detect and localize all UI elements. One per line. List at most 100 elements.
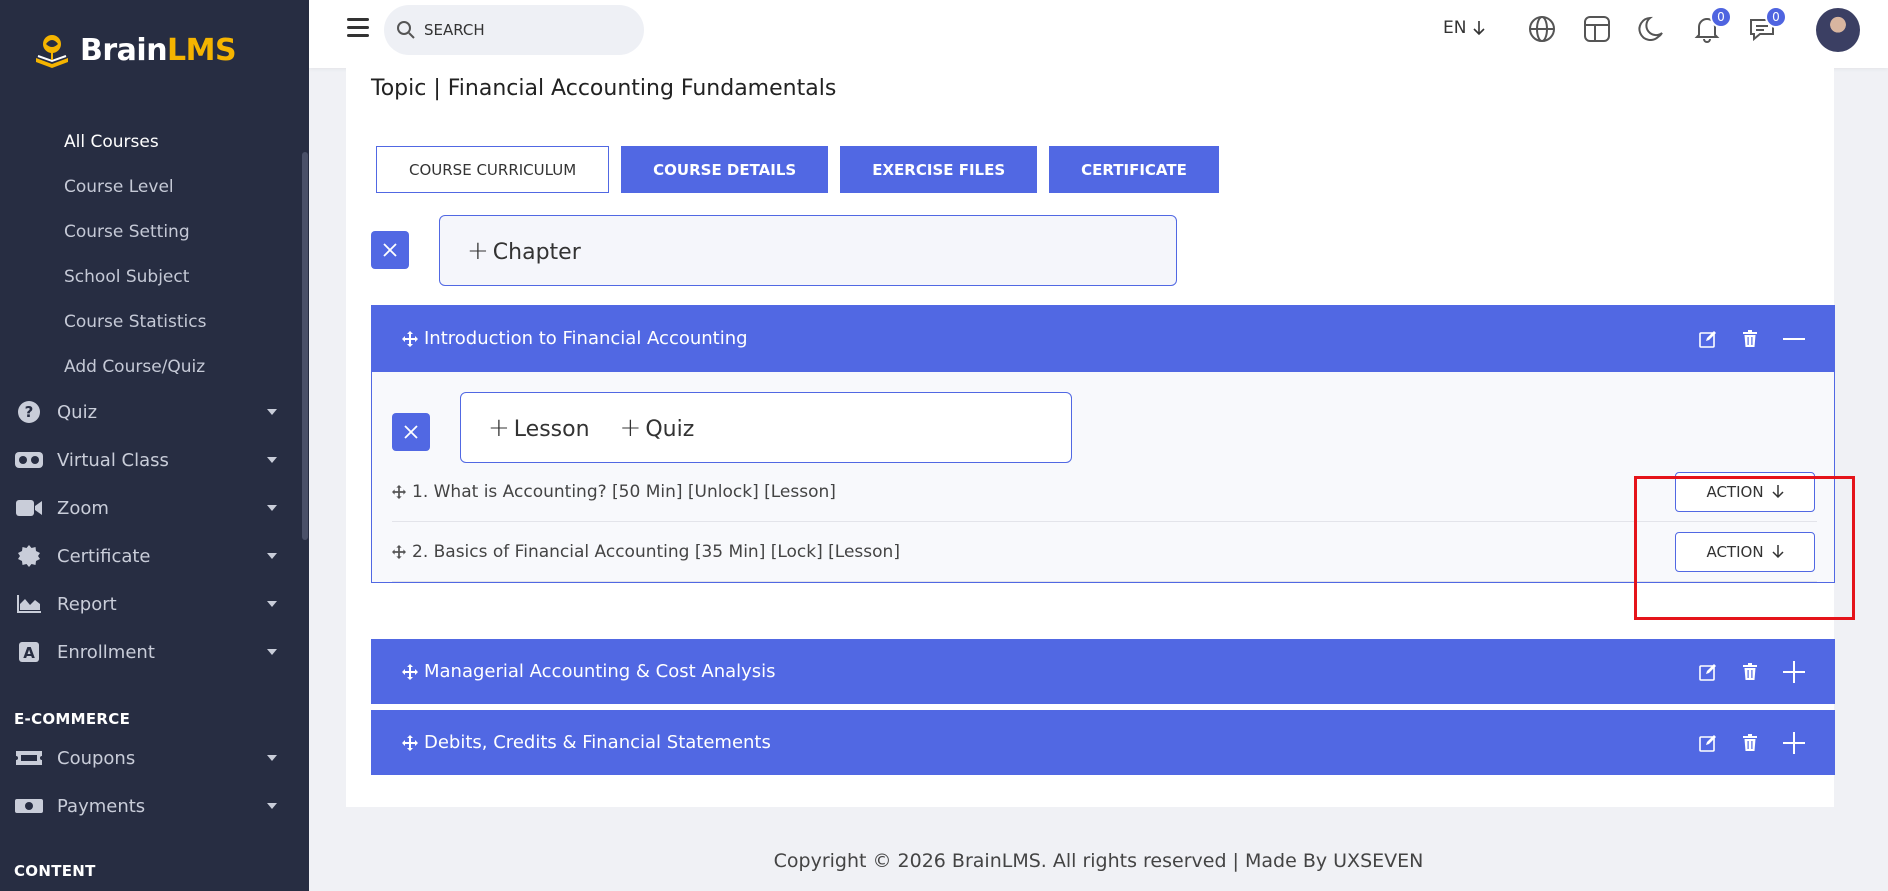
- vr-headset-icon: [14, 449, 44, 471]
- edit-icon[interactable]: [1699, 330, 1717, 348]
- expand-plus-icon[interactable]: [1783, 660, 1805, 683]
- sidebar-item-all-courses[interactable]: All Courses: [0, 120, 309, 165]
- caret-down-icon: [267, 803, 277, 809]
- arrow-down-icon: [1473, 21, 1486, 36]
- globe-icon[interactable]: [1527, 14, 1557, 44]
- search-box[interactable]: [384, 5, 644, 55]
- lesson-row: 1. What is Accounting? [50 Min] [Unlock]…: [392, 462, 1817, 522]
- move-icon[interactable]: [392, 544, 406, 559]
- trash-icon[interactable]: [1743, 734, 1757, 751]
- caret-down-icon: [267, 649, 277, 655]
- chapter-title: Introduction to Financial Accounting: [424, 328, 748, 349]
- lesson-title: 1. What is Accounting? [50 Min] [Unlock]…: [412, 481, 836, 502]
- tab-course-curriculum[interactable]: COURSE CURRICULUM: [376, 146, 610, 193]
- close-lesson-add-button[interactable]: [392, 413, 430, 451]
- plus-icon: +: [488, 412, 510, 443]
- search-icon: [397, 21, 415, 39]
- footer-copyright: Copyright © 2026 BrainLMS. All rights re…: [773, 850, 1424, 872]
- add-quiz-button[interactable]: + Quiz: [620, 413, 695, 443]
- caret-down-icon: [267, 457, 277, 463]
- sidebar-item-label: Enrollment: [57, 641, 155, 663]
- logo-text: BrainLMS: [80, 32, 237, 68]
- tab-certificate[interactable]: CERTIFICATE: [1049, 146, 1219, 193]
- edit-icon[interactable]: [1699, 734, 1717, 752]
- chapter-header[interactable]: Debits, Credits & Financial Statements: [371, 710, 1835, 775]
- chapter-title: Debits, Credits & Financial Statements: [424, 732, 771, 753]
- svg-text:A: A: [23, 644, 35, 662]
- add-lesson-button[interactable]: + Lesson: [488, 413, 590, 443]
- sidebar-item-label: Certificate: [57, 545, 151, 567]
- sidebar-item-course-statistics[interactable]: Course Statistics: [0, 300, 309, 345]
- layout-icon[interactable]: [1582, 14, 1612, 44]
- sidebar: BrainLMS All Courses Course Level Course…: [0, 0, 309, 891]
- chapter-title: Managerial Accounting & Cost Analysis: [424, 661, 776, 682]
- search-input[interactable]: [424, 21, 624, 39]
- caret-down-icon: [267, 553, 277, 559]
- sidebar-item-school-subject[interactable]: School Subject: [0, 255, 309, 300]
- move-icon[interactable]: [402, 734, 418, 751]
- add-chapter-button[interactable]: + Chapter: [467, 236, 581, 266]
- trash-icon[interactable]: [1743, 330, 1757, 347]
- sidebar-item-label: Zoom: [57, 497, 109, 519]
- caret-down-icon: [267, 409, 277, 415]
- tab-exercise-files[interactable]: EXERCISE FILES: [840, 146, 1038, 193]
- sidebar-item-enrollment[interactable]: A Enrollment: [0, 628, 309, 676]
- course-tabs: COURSE CURRICULUM COURSE DETAILS EXERCIS…: [376, 146, 1219, 193]
- move-icon[interactable]: [402, 330, 418, 347]
- svg-text:?: ?: [25, 403, 34, 421]
- notification-count-badge: 0: [1710, 6, 1732, 28]
- messages-icon[interactable]: 0: [1747, 6, 1787, 44]
- ticket-icon: [14, 747, 44, 769]
- move-icon[interactable]: [402, 663, 418, 680]
- sidebar-item-label: Quiz: [57, 401, 98, 423]
- expand-plus-icon[interactable]: [1783, 731, 1805, 754]
- move-icon[interactable]: [392, 484, 406, 499]
- chapter-body: + Lesson + Quiz 1. What is Accounting? [50…: [371, 372, 1835, 583]
- sidebar-item-label: Virtual Class: [57, 449, 169, 471]
- lesson-row: 2. Basics of Financial Accounting [35 Mi…: [392, 522, 1817, 582]
- add-lesson-quiz-box: + Lesson + Quiz: [460, 392, 1072, 463]
- chapter-header[interactable]: Managerial Accounting & Cost Analysis: [371, 639, 1835, 704]
- plus-icon: +: [467, 235, 489, 266]
- lesson-title: 2. Basics of Financial Accounting [35 Mi…: [412, 541, 900, 562]
- video-camera-icon: [14, 497, 44, 519]
- section-title-content: CONTENT: [14, 862, 96, 880]
- notification-bell-icon[interactable]: 0: [1692, 6, 1732, 44]
- area-chart-icon: [14, 593, 44, 615]
- user-avatar[interactable]: [1816, 8, 1860, 52]
- sidebar-item-quiz[interactable]: ? Quiz: [0, 388, 309, 436]
- hamburger-menu-icon[interactable]: [347, 18, 369, 38]
- trash-icon[interactable]: [1743, 663, 1757, 680]
- close-chapter-add-button[interactable]: [371, 231, 409, 269]
- highlight-box: [1634, 476, 1855, 620]
- chapter-header[interactable]: Introduction to Financial Accounting: [371, 305, 1835, 372]
- sidebar-item-coupons[interactable]: Coupons: [0, 734, 309, 782]
- language-label: EN: [1443, 18, 1467, 38]
- sidebar-item-label: Coupons: [57, 747, 136, 769]
- sidebar-item-course-level[interactable]: Course Level: [0, 165, 309, 210]
- add-chapter-box: + Chapter: [439, 215, 1177, 286]
- close-icon: [404, 425, 418, 439]
- section-title-ecommerce: E-COMMERCE: [14, 710, 131, 728]
- message-count-badge: 0: [1765, 6, 1787, 28]
- app-logo[interactable]: BrainLMS: [30, 28, 237, 72]
- sidebar-item-add-course-quiz[interactable]: Add Course/Quiz: [0, 345, 309, 390]
- certificate-badge-icon: [14, 545, 44, 567]
- sidebar-item-virtual-class[interactable]: Virtual Class: [0, 436, 309, 484]
- caret-down-icon: [267, 601, 277, 607]
- sidebar-item-report[interactable]: Report: [0, 580, 309, 628]
- question-circle-icon: ?: [14, 401, 44, 423]
- sidebar-item-course-setting[interactable]: Course Setting: [0, 210, 309, 255]
- sidebar-item-zoom[interactable]: Zoom: [0, 484, 309, 532]
- tab-course-details[interactable]: COURSE DETAILS: [621, 146, 829, 193]
- sidebar-item-certificate[interactable]: Certificate: [0, 532, 309, 580]
- sidebar-scrollbar[interactable]: [302, 152, 308, 540]
- moon-icon[interactable]: [1637, 14, 1667, 44]
- language-selector[interactable]: EN: [1443, 18, 1486, 38]
- sidebar-item-payments[interactable]: Payments: [0, 782, 309, 830]
- page-title: Topic | Financial Accounting Fundamental…: [371, 76, 837, 101]
- collapse-minus-icon[interactable]: [1783, 337, 1805, 341]
- edit-icon[interactable]: [1699, 663, 1717, 681]
- sidebar-menu: ? Quiz Virtual Class Zoom Certificate Re…: [0, 388, 309, 676]
- caret-down-icon: [267, 505, 277, 511]
